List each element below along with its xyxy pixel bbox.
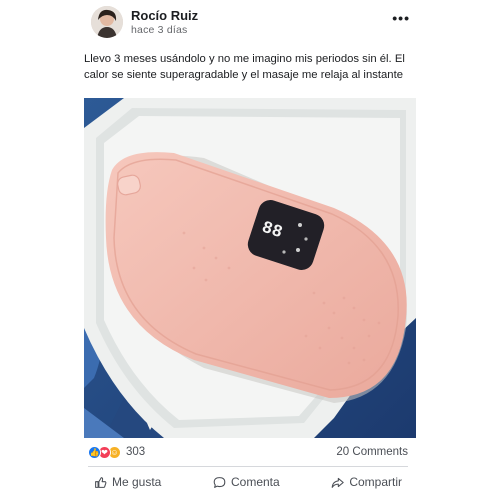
avatar-photo (91, 6, 123, 38)
like-label: Me gusta (112, 475, 162, 489)
comment-label: Comenta (230, 475, 280, 489)
divider (88, 466, 408, 467)
share-label: Compartir (349, 475, 402, 489)
post-stats: 👍 ❤ ☺ 303 20 Comments (88, 443, 408, 461)
like-icon: 👍 (88, 445, 101, 459)
thumbs-up-icon (95, 476, 107, 488)
author-name[interactable]: Rocío Ruiz (131, 9, 198, 22)
post-photo[interactable]: 88 (84, 98, 416, 438)
reaction-count: 303 (126, 446, 146, 458)
comments-count[interactable]: 20 Comments (336, 446, 408, 458)
comment-icon (213, 476, 226, 488)
post-time[interactable]: hace 3 días (131, 25, 198, 36)
share-icon (332, 477, 345, 488)
more-options-icon[interactable]: ••• (392, 10, 410, 26)
avatar[interactable] (91, 6, 123, 38)
share-button[interactable]: Compartir (325, 472, 408, 492)
reactions-summary[interactable]: 👍 ❤ ☺ 303 (88, 445, 146, 459)
post-text: Llevo 3 meses usándolo y no me imagino m… (84, 53, 405, 81)
action-bar: Me gusta Comenta Compartir (88, 472, 408, 492)
photo-illustration: 88 (84, 98, 416, 438)
post-header: Rocío Ruiz hace 3 días ••• (88, 5, 416, 39)
like-button[interactable]: Me gusta (88, 472, 167, 492)
comment-button[interactable]: Comenta (207, 472, 286, 492)
